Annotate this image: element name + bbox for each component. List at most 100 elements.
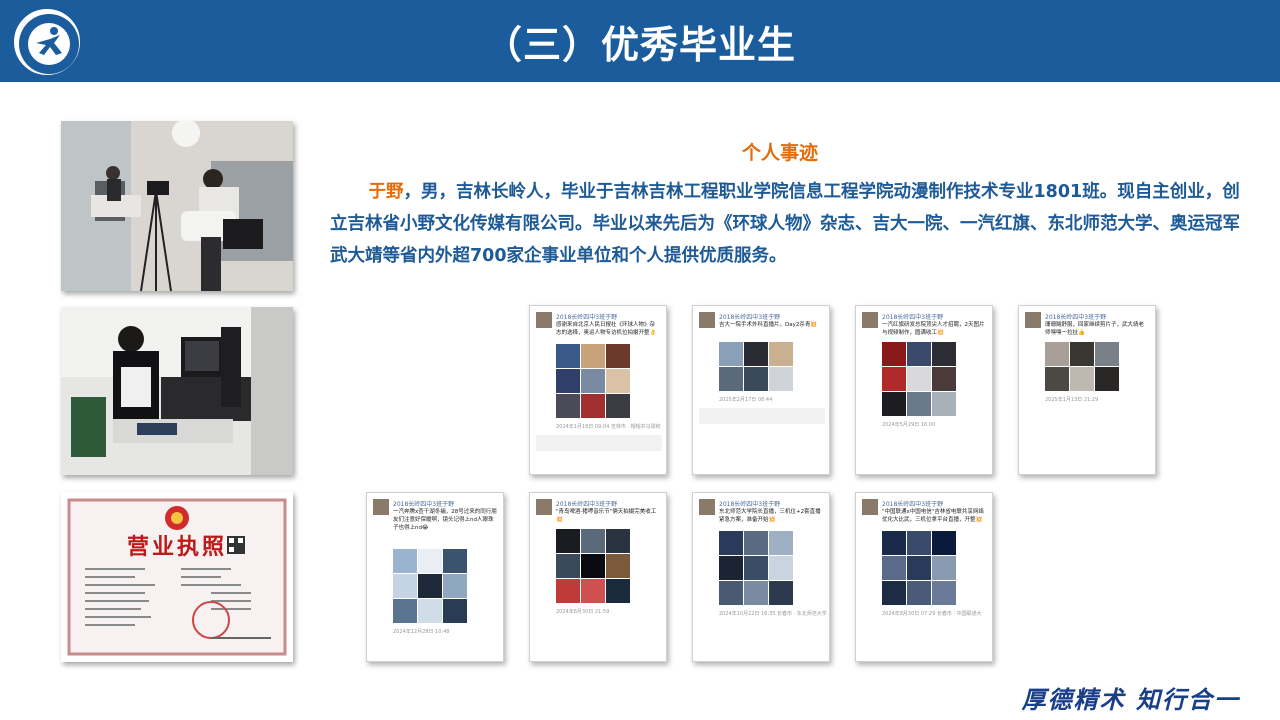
moment-photo <box>443 574 467 598</box>
moment-photo-grid <box>882 531 956 605</box>
moment-photo <box>556 369 580 393</box>
moment-photo <box>932 556 956 580</box>
moment-photo <box>581 344 605 368</box>
moment-photo <box>1095 342 1119 366</box>
moment-photo <box>882 342 906 366</box>
graduate-name: 于野 <box>368 182 404 202</box>
moment-photo <box>556 529 580 553</box>
moment-username: 2018长岭四中3班于野 <box>556 501 618 508</box>
moment-caption: 珊珊贼舒服，回家继续剪片子，武大靖老师嘿嘿一拉扯👍 <box>1045 322 1145 336</box>
moment-photo <box>932 531 956 555</box>
moment-photo <box>907 556 931 580</box>
moment-photo <box>1045 342 1069 366</box>
moment-photo <box>606 579 630 603</box>
moment-timestamp: 2025年1月13日 21:29 <box>1045 397 1099 403</box>
moment-photo <box>907 531 931 555</box>
moment-caption: 吉大一院手术外科直播片。Day2杀青💥 <box>719 322 818 328</box>
moment-username: 2018长岭四中3班于野 <box>1045 314 1107 321</box>
moment-photo <box>932 581 956 605</box>
moment-caption: 一汽奔腾x查干湖冬捕，28号过来的同行朋友们注意好保暖啊，镜头记得上nd人眼珠子… <box>393 509 497 531</box>
moment-username: 2018长岭四中3班于野 <box>719 501 781 508</box>
moment-photo <box>744 556 768 580</box>
moment-photo <box>606 369 630 393</box>
moment-timestamp: 2024年10月22日 16:35 长春市 · 东北师范大学 <box>719 611 827 617</box>
moment-photo <box>556 579 580 603</box>
moment-timestamp: 2024年8月30日 21:59 <box>556 609 610 615</box>
moment-photo-grid <box>393 549 467 623</box>
moment-caption: "中国联通x中国电信"吉林省电联共享网络优化大比武，三机位拿平台直播，开整💥 <box>882 509 984 523</box>
moment-photo <box>769 531 793 555</box>
moment-timestamp: 2024年8月30日 07:29 长春市 · 中国联通大 <box>882 611 982 617</box>
moment-photo <box>882 581 906 605</box>
moment-photo <box>418 549 442 573</box>
moment-photo <box>744 342 768 366</box>
moment-caption: 东北师范大学院长直播，三机位+2套直播紧急方案，准备开始💥 <box>719 509 821 523</box>
moment-username: 2018长岭四中3班于野 <box>719 314 781 321</box>
moment-photo <box>606 394 630 418</box>
moment-timestamp: 2025年2月17日 08:44 <box>719 397 773 403</box>
moment-photo <box>581 369 605 393</box>
moment-photo <box>719 581 743 605</box>
moment-photo <box>606 344 630 368</box>
moment-photo <box>556 394 580 418</box>
moment-screenshot: 2018长岭四中3班于野 珊珊贼舒服，回家继续剪片子，武大靖老师嘿嘿一拉扯👍 202… <box>1018 305 1156 475</box>
moment-photo <box>882 556 906 580</box>
moment-photo-grid <box>1045 342 1119 391</box>
moment-photo-grid <box>719 531 793 605</box>
moment-photo <box>769 342 793 366</box>
moment-avatar <box>536 312 552 328</box>
moment-photo <box>581 554 605 578</box>
moment-photo-grid <box>719 342 793 391</box>
moment-photo <box>1095 367 1119 391</box>
header-bar: （三）优秀毕业生 <box>0 0 1280 82</box>
moment-photo <box>744 581 768 605</box>
moment-screenshot: 2018长岭四中3班于野 "中国联通x中国电信"吉林省电联共享网络优化大比武，三机… <box>855 492 993 662</box>
moment-photo <box>769 581 793 605</box>
moment-photo <box>418 574 442 598</box>
moment-photo <box>719 367 743 391</box>
moment-likes-bar <box>699 408 825 424</box>
moment-photo <box>443 599 467 623</box>
graduate-description: 于野，男，吉林长岭人，毕业于吉林吉林工程职业学院信息工程学院动漫制作技术专业18… <box>330 176 1242 272</box>
moment-photo <box>932 342 956 366</box>
live-broadcast-console-photo <box>61 307 293 475</box>
moment-photo <box>882 367 906 391</box>
moment-username: 2018长岭四中3班于野 <box>882 314 944 321</box>
section-title: 个人事迹 <box>741 142 818 164</box>
business-license-photo: 营业执照 <box>61 492 293 662</box>
moment-photo <box>744 531 768 555</box>
license-heading: 营业执照 <box>127 535 227 560</box>
moment-photo <box>1045 367 1069 391</box>
moment-screenshot: 2018长岭四中3班于野 吉大一院手术外科直播片。Day2杀青💥 2025年2月17… <box>692 305 830 475</box>
moment-photo <box>907 392 931 416</box>
moment-photo <box>719 531 743 555</box>
moment-photo <box>882 531 906 555</box>
moment-photo-grid <box>556 529 630 603</box>
moment-photo <box>907 342 931 366</box>
moment-photo <box>769 556 793 580</box>
moment-photo <box>1070 342 1094 366</box>
page-title: （三）优秀毕业生 <box>483 23 796 67</box>
moment-screenshot: 2018长岭四中3班于野 东北师范大学院长直播，三机位+2套直播紧急方案，准备开始… <box>692 492 830 662</box>
moment-photo <box>719 556 743 580</box>
moment-photo <box>443 549 467 573</box>
moment-photo-grid <box>556 344 630 418</box>
moment-photo <box>606 554 630 578</box>
moment-avatar <box>373 499 389 515</box>
moment-photo <box>393 549 417 573</box>
moment-avatar <box>1025 312 1041 328</box>
moment-avatar <box>862 499 878 515</box>
moment-photo <box>932 367 956 391</box>
moment-photo-grid <box>882 342 956 416</box>
moment-timestamp: 2024年1月18日 09:04 吉林市 · 帽帽并马球积 <box>556 424 661 430</box>
moment-photo <box>393 599 417 623</box>
moment-photo <box>556 554 580 578</box>
moment-username: 2018长岭四中3班于野 <box>556 314 618 321</box>
moment-caption: 一汽红旗研发总院顶尖人才招聘，2天图片与视频制作，圆满收工💥 <box>882 322 985 336</box>
moment-photo <box>581 529 605 553</box>
moment-avatar <box>536 499 552 515</box>
moment-caption: 感谢来自北京人民日报社《环球人物》杂志的选择，奥运人物专访机位拍摄开整👌 <box>556 322 657 336</box>
moment-timestamp: 2024年12月28日 10:48 <box>393 629 450 635</box>
studio-interview-photo <box>61 121 293 291</box>
moment-photo <box>719 342 743 366</box>
